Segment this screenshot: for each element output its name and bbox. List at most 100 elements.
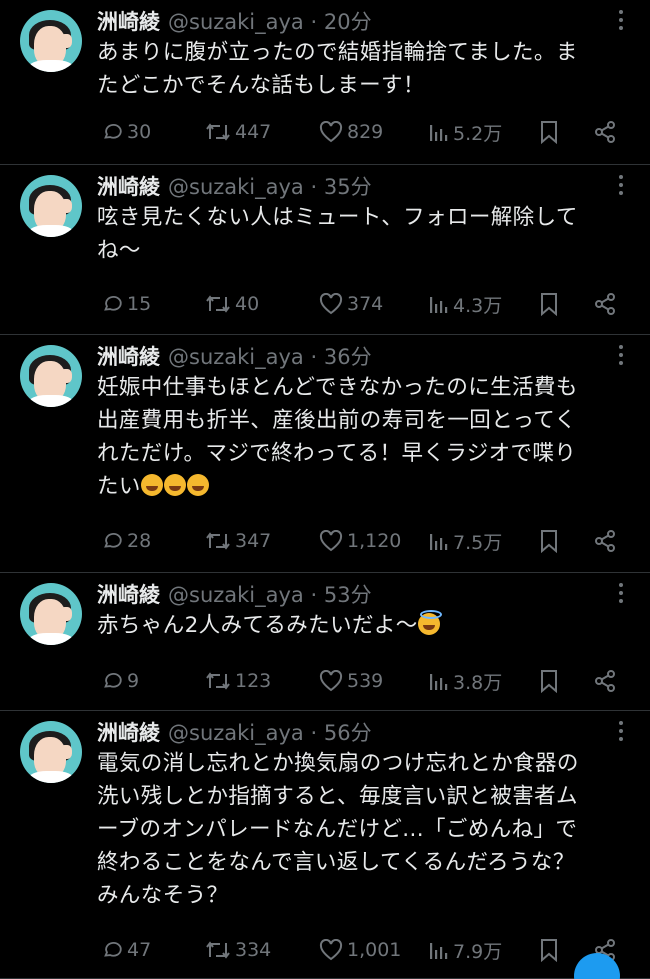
- timestamp: 56分: [323, 721, 372, 745]
- reply-count: 47: [127, 939, 152, 961]
- retweet-button[interactable]: 447: [205, 117, 271, 147]
- tweet-text: 妊娠中仕事もほとんどできなかったのに生活費も 出産費用も折半、産後出前の寿司を一回…: [97, 371, 637, 503]
- views-button[interactable]: 5.2万: [429, 117, 502, 147]
- views-button[interactable]: 7.5万: [429, 526, 502, 556]
- display-name[interactable]: 洲崎綾: [97, 721, 160, 745]
- avatar[interactable]: [20, 583, 82, 645]
- reply-button[interactable]: 15: [101, 289, 151, 319]
- tweet-actions: 30 447 829 5.2万: [97, 117, 627, 147]
- views-count: 7.9万: [453, 940, 503, 963]
- views-icon: [430, 674, 448, 690]
- like-button[interactable]: 829: [319, 117, 383, 147]
- tweet-text-line: たい: [97, 470, 637, 503]
- tweet-text-line: ーブのオンパレードなんだけど...「ごめんね」で: [97, 817, 578, 842]
- like-count: 539: [347, 670, 384, 692]
- like-count: 829: [347, 121, 384, 143]
- like-button[interactable]: 1,001: [319, 935, 401, 965]
- tweet-header: 洲崎綾 @suzaki_aya · 53分: [97, 581, 372, 609]
- like-count: 374: [347, 293, 384, 315]
- reply-button[interactable]: 9: [101, 666, 139, 696]
- tweet-text-line: 妊娠中仕事もほとんどできなかったのに生活費も: [97, 375, 578, 400]
- reply-icon: [104, 123, 122, 139]
- handle: @suzaki_aya: [168, 10, 304, 34]
- avatar[interactable]: [20, 721, 82, 783]
- display-name[interactable]: 洲崎綾: [97, 345, 160, 369]
- share-button[interactable]: [593, 289, 617, 319]
- more-options-icon[interactable]: [618, 721, 624, 745]
- retweet-count: 334: [235, 939, 272, 961]
- retweet-button[interactable]: 123: [205, 666, 271, 696]
- share-button[interactable]: [593, 666, 617, 696]
- tweet-text-line: 電気の消し忘れとか換気扇のつけ忘れとか食器の: [97, 751, 579, 776]
- bookmark-button[interactable]: [539, 935, 559, 965]
- handle: @suzaki_aya: [168, 721, 304, 745]
- like-button[interactable]: 1,120: [319, 526, 401, 556]
- tweet-text-line: 赤ちゃん2人みてるみたいだよ〜: [97, 609, 637, 642]
- tweet-text-line: あまりに腹が立ったので結婚指輪捨てました。ま: [97, 40, 578, 65]
- reply-button[interactable]: 28: [101, 526, 151, 556]
- share-button[interactable]: [593, 526, 617, 556]
- tweet-text-line: 洗い残しとか指摘すると、毎度言い訳と被害者ム: [97, 784, 578, 809]
- retweet-button[interactable]: 40: [205, 289, 259, 319]
- retweet-count: 347: [235, 530, 272, 552]
- more-options-icon[interactable]: [618, 175, 624, 199]
- tweet[interactable]: 洲崎綾 @suzaki_aya · 53分 赤ちゃん2人みてるみたいだよ〜 9 1…: [0, 573, 650, 711]
- tweet-text-line: 終わることをなんで言い返してくるんだろうな？: [97, 850, 575, 875]
- avatar[interactable]: [20, 345, 82, 407]
- more-options-icon[interactable]: [618, 10, 624, 34]
- smiling-face-with-halo-emoji: [417, 610, 442, 635]
- heart-icon: [319, 530, 343, 552]
- views-button[interactable]: 3.8万: [429, 666, 502, 696]
- retweet-icon: [206, 941, 230, 959]
- tweet-text: 赤ちゃん2人みてるみたいだよ〜: [97, 609, 637, 642]
- display-name[interactable]: 洲崎綾: [97, 583, 160, 607]
- retweet-button[interactable]: 347: [205, 526, 271, 556]
- like-button[interactable]: 374: [319, 289, 383, 319]
- reply-icon: [104, 672, 122, 688]
- tweet-header: 洲崎綾 @suzaki_aya · 35分: [97, 173, 372, 201]
- views-count: 3.8万: [453, 671, 503, 694]
- heart-icon: [319, 670, 343, 692]
- tweet[interactable]: 洲崎綾 @suzaki_aya · 56分 電気の消し忘れとか換気扇のつけ忘れとか…: [0, 711, 650, 979]
- like-button[interactable]: 539: [319, 666, 383, 696]
- share-icon: [595, 530, 615, 552]
- share-button[interactable]: [593, 117, 617, 147]
- tweet[interactable]: 洲崎綾 @suzaki_aya · 20分 あまりに腹が立ったので結婚指輪捨てまし…: [0, 0, 650, 165]
- tweet-text-line: 出産費用も折半、産後出前の寿司を一回とってく: [97, 408, 577, 433]
- bookmark-button[interactable]: [539, 666, 559, 696]
- retweet-icon: [206, 123, 230, 141]
- tweet[interactable]: 洲崎綾 @suzaki_aya · 36分 妊娠中仕事もほとんどできなかったのに生…: [0, 335, 650, 573]
- reply-count: 15: [127, 293, 152, 315]
- reply-button[interactable]: 30: [101, 117, 151, 147]
- views-button[interactable]: 4.3万: [429, 289, 502, 319]
- retweet-button[interactable]: 334: [205, 935, 271, 965]
- heart-icon: [319, 121, 343, 143]
- tweet[interactable]: 洲崎綾 @suzaki_aya · 35分 呟き見たくない人はミュート、フォロー解…: [0, 165, 650, 335]
- more-options-icon[interactable]: [618, 345, 624, 369]
- tweet-feed: 洲崎綾 @suzaki_aya · 20分 あまりに腹が立ったので結婚指輪捨てまし…: [0, 0, 650, 979]
- rolling-on-floor-laughing-emoji: [140, 474, 163, 496]
- avatar[interactable]: [20, 10, 82, 72]
- tweet-text-line: たどこかでそんな話もしまーす！: [97, 73, 425, 98]
- reply-icon: [104, 295, 122, 311]
- views-count: 4.3万: [453, 294, 503, 317]
- tweet-text-line: れただけ。マジで終わってる！早くラジオで喋り: [97, 441, 577, 466]
- heart-icon: [319, 939, 343, 961]
- bookmark-button[interactable]: [539, 117, 559, 147]
- bookmark-button[interactable]: [539, 289, 559, 319]
- views-button[interactable]: 7.9万: [429, 935, 502, 965]
- handle: @suzaki_aya: [168, 345, 304, 369]
- heart-icon: [319, 293, 343, 315]
- display-name[interactable]: 洲崎綾: [97, 10, 160, 34]
- more-options-icon[interactable]: [618, 583, 624, 607]
- avatar[interactable]: [20, 175, 82, 237]
- display-name[interactable]: 洲崎綾: [97, 175, 160, 199]
- bookmark-icon: [541, 530, 557, 553]
- timestamp: 35分: [323, 175, 372, 199]
- rolling-on-floor-laughing-emoji: [163, 474, 186, 496]
- views-icon: [430, 297, 448, 313]
- reply-icon: [104, 941, 122, 957]
- reply-button[interactable]: 47: [101, 935, 151, 965]
- like-count: 1,120: [347, 530, 402, 552]
- bookmark-button[interactable]: [539, 526, 559, 556]
